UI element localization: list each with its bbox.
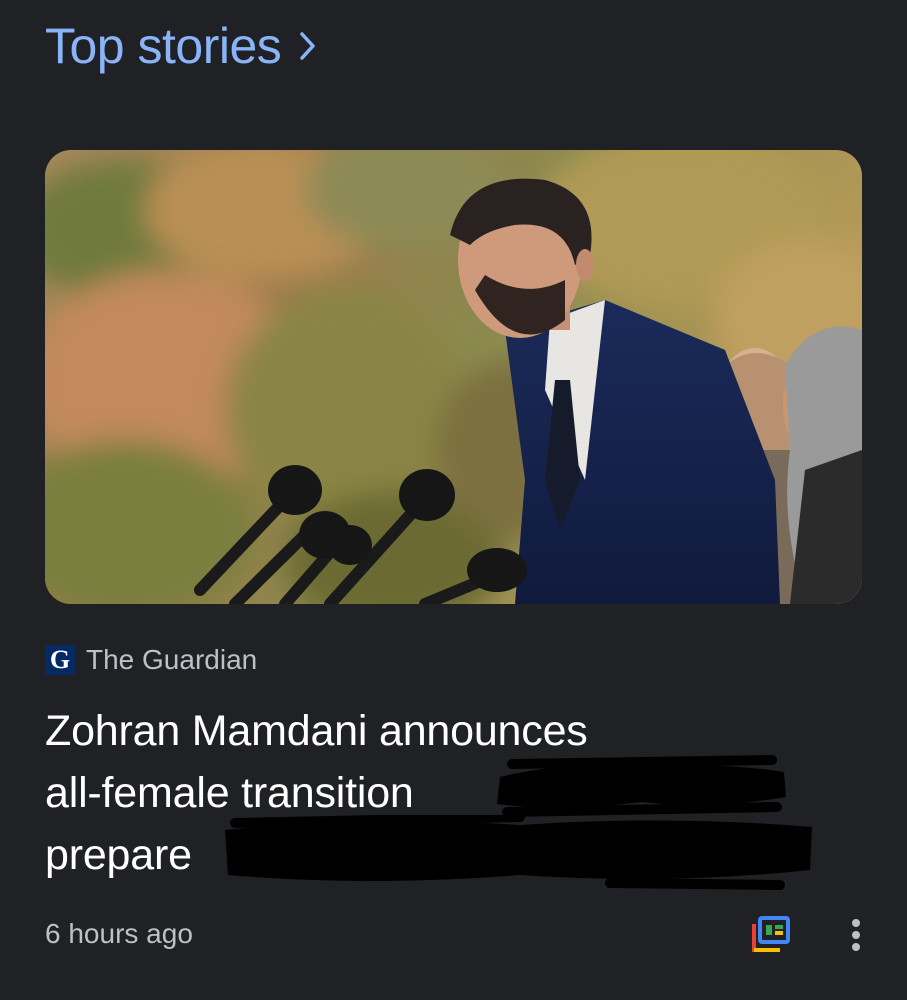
top-stories-card: Top stories G The Guardian Zohran Mamdan… — [0, 0, 907, 1000]
more-options-button[interactable] — [838, 912, 874, 958]
chevron-right-icon — [299, 14, 321, 78]
article-timestamp: 6 hours ago — [45, 918, 193, 949]
headline-line-3: prepare — [45, 831, 192, 879]
more-vert-icon — [852, 919, 860, 951]
full-coverage-button[interactable] — [746, 914, 792, 958]
source-name: The Guardian — [86, 644, 258, 675]
article-image[interactable] — [45, 150, 862, 604]
headline-line-2: all-female transition — [45, 769, 414, 817]
full-coverage-icon — [752, 916, 790, 952]
section-title: Top stories — [45, 18, 282, 74]
article-source: G The Guardian — [45, 644, 257, 676]
guardian-logo-icon: G — [45, 645, 75, 675]
headline-line-1: Zohran Mamdani announces — [45, 707, 588, 755]
article-headline-link[interactable]: Zohran Mamdani announces all-female tran… — [45, 700, 845, 886]
article-photo — [45, 150, 862, 604]
top-stories-header-link[interactable]: Top stories — [45, 14, 321, 78]
